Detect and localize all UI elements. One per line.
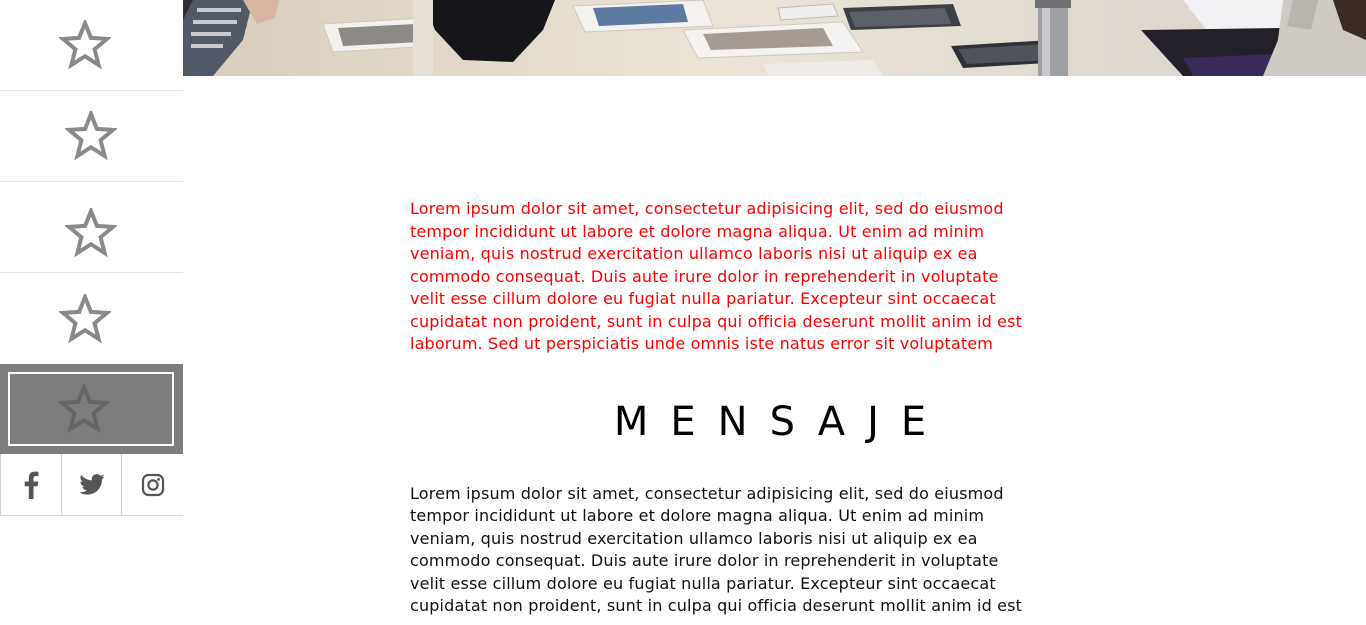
- facebook-button[interactable]: [1, 454, 62, 515]
- social-links: [0, 454, 183, 516]
- twitter-icon: [78, 474, 105, 495]
- page: Lorem ipsum dolor sit amet, consectetur …: [0, 0, 1366, 625]
- body-paragraph: Lorem ipsum dolor sit amet, consectetur …: [410, 483, 1023, 616]
- star-icon: [64, 111, 117, 161]
- instagram-icon: [141, 473, 164, 496]
- facebook-icon: [24, 471, 39, 499]
- sidebar-item-1[interactable]: [0, 0, 183, 91]
- intro-paragraph: Lorem ipsum dolor sit amet, consectetur …: [410, 199, 1023, 353]
- sidebar-item-2[interactable]: [0, 91, 183, 182]
- instagram-button[interactable]: [122, 454, 183, 515]
- sidebar-item-3[interactable]: [0, 182, 183, 273]
- main-content: Lorem ipsum dolor sit amet, consectetur …: [410, 198, 1130, 618]
- star-icon: [58, 20, 111, 70]
- sidebar-item-4[interactable]: [0, 273, 183, 364]
- star-icon: [64, 208, 117, 258]
- sidebar: [0, 0, 183, 625]
- hero-image: [183, 0, 1366, 76]
- section-heading: MENSAJE: [613, 398, 949, 445]
- star-icon: [57, 384, 110, 434]
- sidebar-item-active[interactable]: [0, 364, 183, 454]
- twitter-button[interactable]: [62, 454, 123, 515]
- star-icon: [58, 293, 111, 343]
